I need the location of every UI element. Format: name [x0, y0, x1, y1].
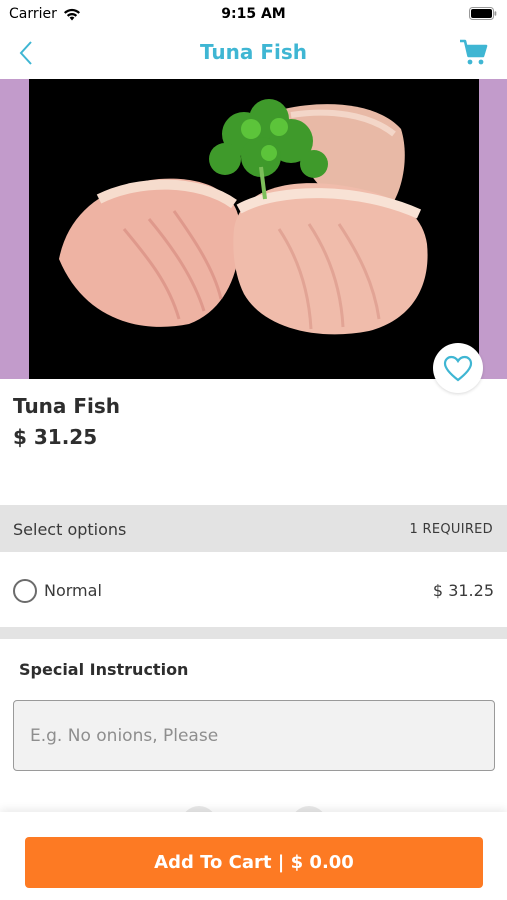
special-instruction-title: Special Instruction: [19, 660, 189, 679]
option-price: $ 31.25: [432, 581, 494, 600]
favorite-button[interactable]: [433, 343, 483, 393]
product-price: $ 31.25: [13, 425, 98, 449]
section-divider: [0, 627, 507, 639]
product-hero: [0, 79, 507, 379]
status-bar: Carrier 9:15 AM: [0, 0, 507, 28]
product-image: [29, 79, 479, 379]
option-row-normal[interactable]: Normal $ 31.25: [0, 552, 507, 627]
chevron-left-icon: [19, 41, 32, 65]
option-radio[interactable]: [13, 579, 37, 603]
tuna-illustration: [59, 99, 428, 335]
nav-bar: Tuna Fish: [0, 28, 507, 78]
cart-total: $ 0.00: [290, 852, 354, 873]
special-instruction-input[interactable]: [13, 700, 495, 771]
page-title: Tuna Fish: [199, 40, 308, 64]
add-to-cart-label: Add To Cart: [154, 852, 272, 873]
add-to-cart-separator: |: [277, 852, 285, 873]
product-name: Tuna Fish: [13, 394, 121, 418]
back-button[interactable]: [12, 38, 40, 68]
heart-outline-icon: [443, 355, 473, 381]
shopping-cart-icon: [460, 39, 488, 65]
options-title: Select options: [13, 520, 127, 539]
status-time: 9:15 AM: [221, 6, 286, 22]
options-header: Select options 1 REQUIRED: [0, 505, 507, 552]
cart-button[interactable]: [459, 39, 489, 67]
add-to-cart-button[interactable]: Add To Cart | $ 0.00: [25, 837, 483, 888]
battery-icon: [469, 7, 497, 20]
option-label: Normal: [44, 581, 102, 600]
bottom-bar: Add To Cart | $ 0.00: [0, 812, 507, 900]
required-badge: 1 REQUIRED: [409, 522, 493, 537]
